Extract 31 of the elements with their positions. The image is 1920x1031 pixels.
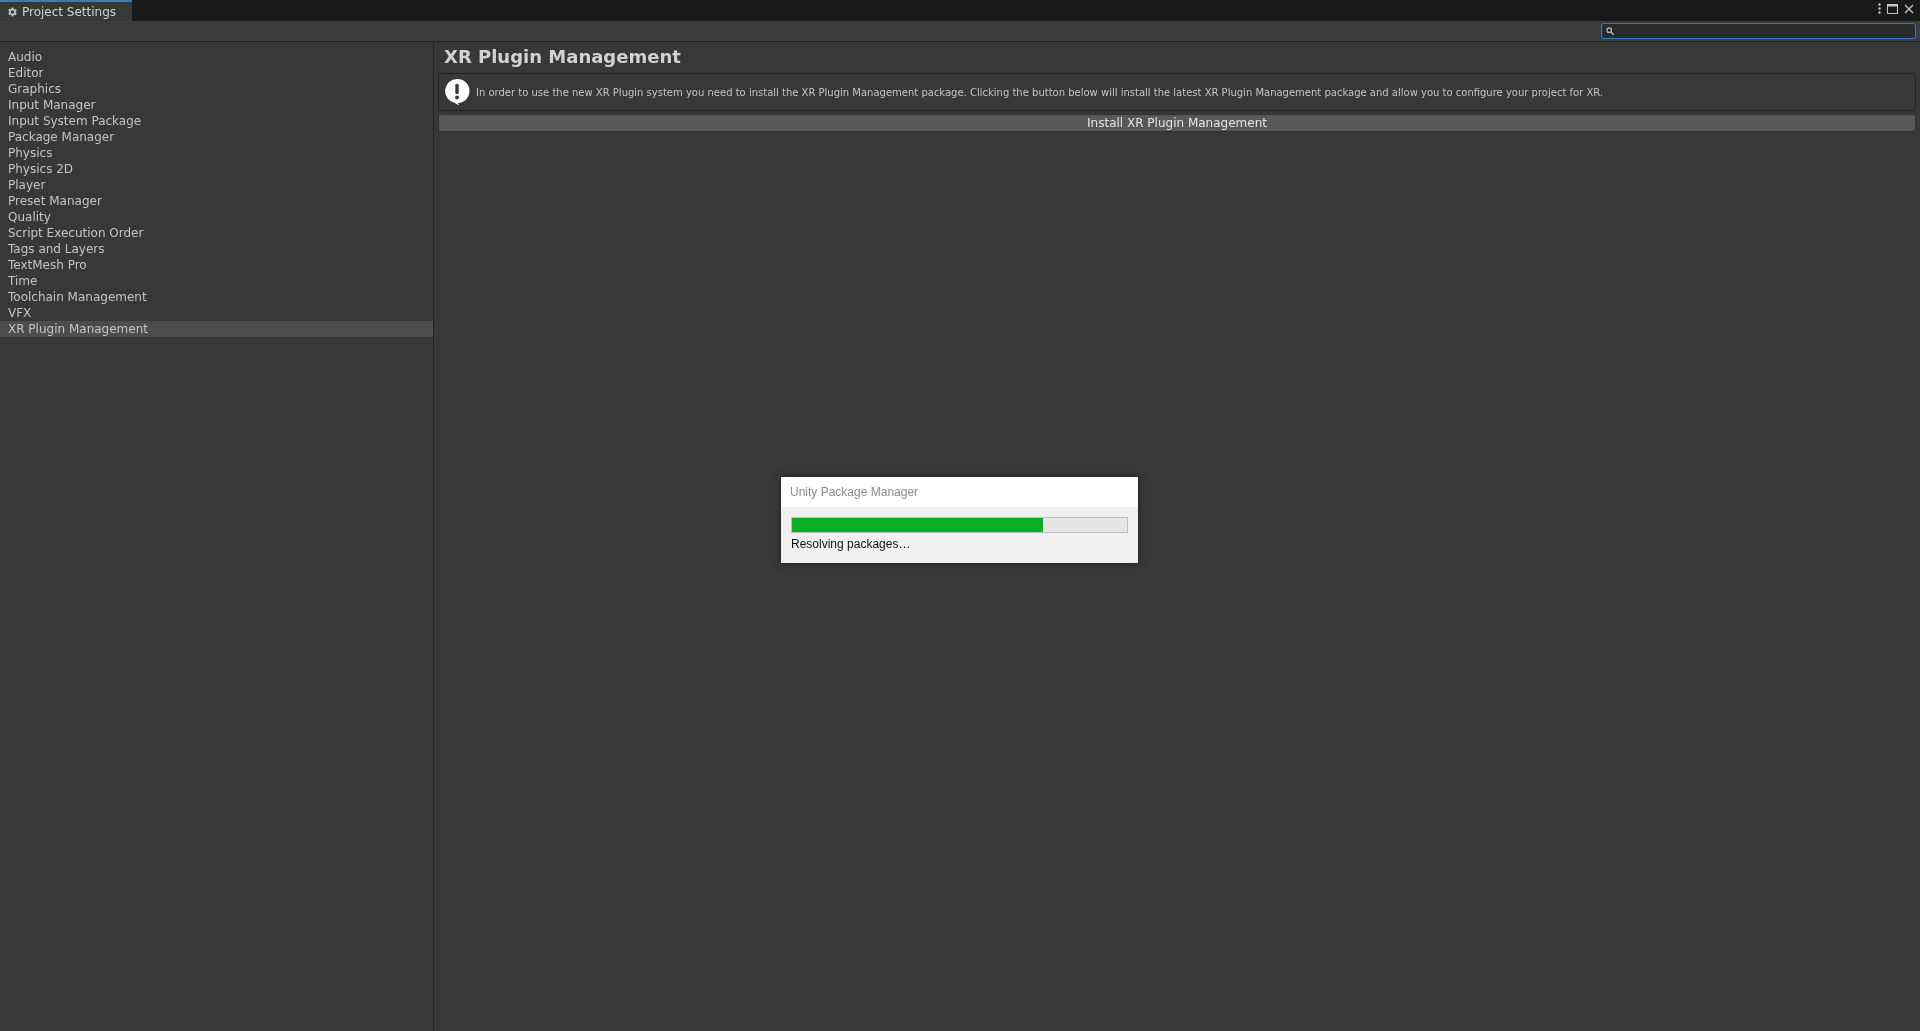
more-options-icon[interactable] — [1878, 3, 1881, 14]
sidebar-item[interactable]: Toolchain Management — [0, 289, 433, 305]
sidebar-item[interactable]: VFX — [0, 305, 433, 321]
sidebar-item[interactable]: TextMesh Pro — [0, 257, 433, 273]
dialog-title: Unity Package Manager — [781, 477, 1138, 507]
sidebar-item[interactable]: Input Manager — [0, 97, 433, 113]
sidebar-item[interactable]: Quality — [0, 209, 433, 225]
sidebar-item[interactable]: Physics 2D — [0, 161, 433, 177]
maximize-icon[interactable] — [1887, 3, 1898, 14]
sidebar-item[interactable]: Physics — [0, 145, 433, 161]
sidebar-item[interactable]: Script Execution Order — [0, 225, 433, 241]
sidebar-item[interactable]: Preset Manager — [0, 193, 433, 209]
settings-icon — [6, 5, 18, 18]
sidebar-item[interactable]: Editor — [0, 65, 433, 81]
close-icon[interactable] — [1904, 3, 1914, 14]
sidebar-item[interactable]: Audio — [0, 49, 433, 65]
sidebar-item[interactable]: Time — [0, 273, 433, 289]
sidebar-item[interactable]: Player — [0, 177, 433, 193]
install-button[interactable]: Install XR Plugin Management — [438, 114, 1916, 132]
help-text: In order to use the new XR Plugin system you need to install the XR Plugin Management package. Clicking the button below will install the latest XR Plugin Management package and allow you to configure your project for XR. — [476, 86, 1604, 98]
status-text: Resolving packages… — [791, 537, 912, 551]
sidebar-item[interactable]: Package Manager — [0, 129, 433, 145]
search-field[interactable] — [1601, 23, 1916, 39]
sidebar-item[interactable]: Tags and Layers — [0, 241, 433, 257]
sidebar-item[interactable]: XR Plugin Management — [0, 321, 433, 337]
search-icon — [1606, 27, 1614, 35]
warning-icon — [444, 78, 470, 106]
sidebar-item[interactable]: Graphics — [0, 81, 433, 97]
sidebar-item[interactable]: Input System Package — [0, 113, 433, 129]
window-tab[interactable]: Project Settings — [0, 0, 133, 21]
page-title: XR Plugin Management — [443, 46, 682, 69]
